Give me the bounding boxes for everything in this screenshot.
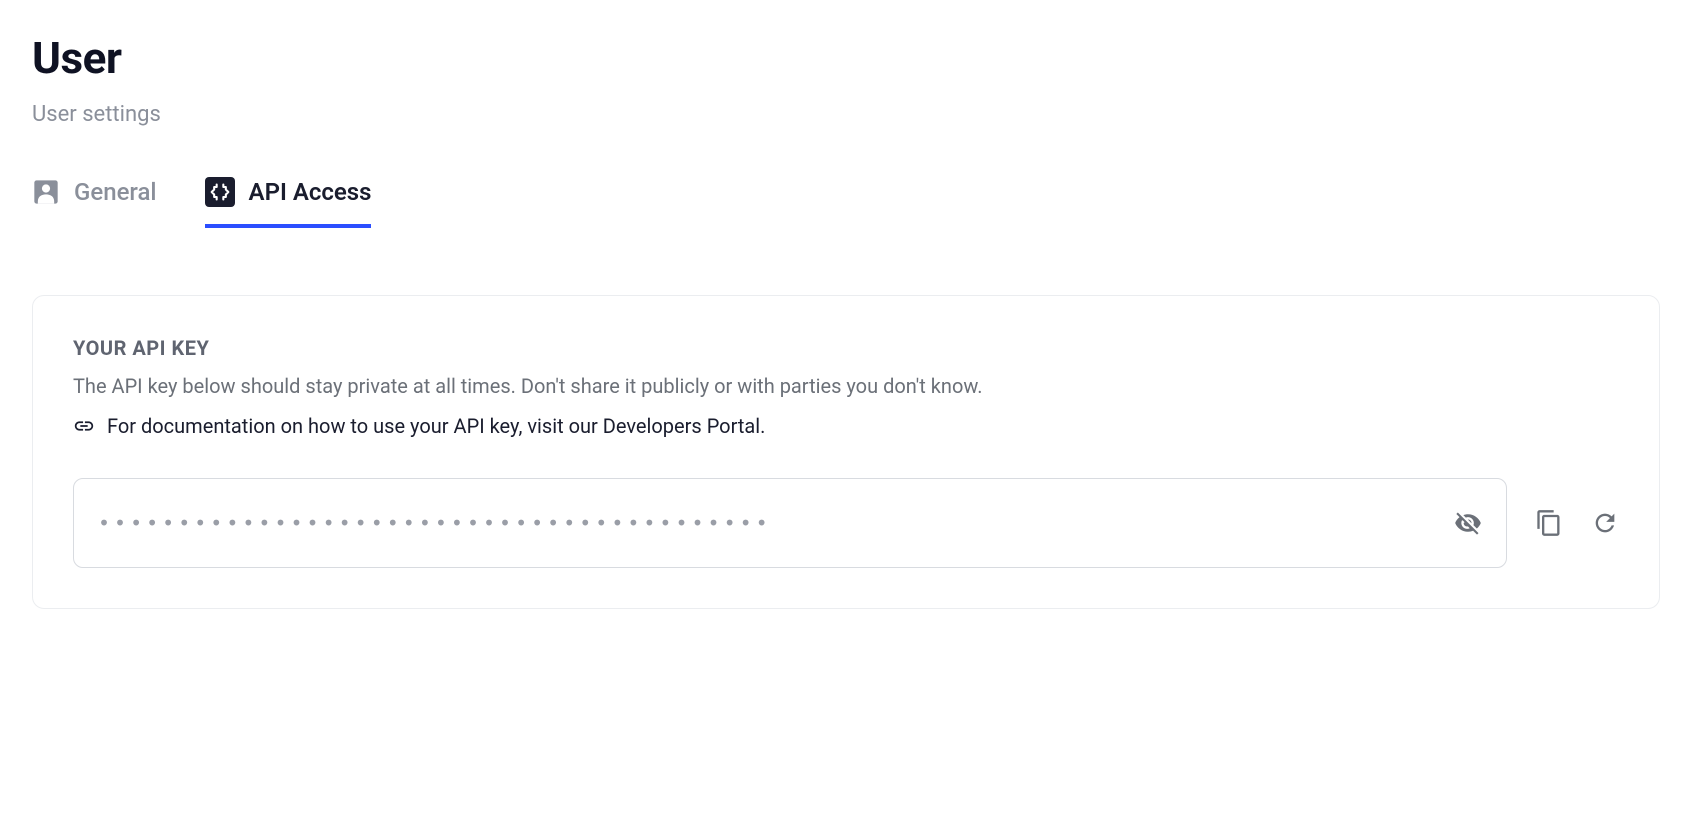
- copy-icon[interactable]: [1535, 509, 1563, 537]
- docs-link-text: For documentation on how to use your API…: [107, 414, 765, 438]
- link-icon: [73, 415, 95, 437]
- page-subtitle: User settings: [32, 102, 1660, 127]
- user-icon: [32, 178, 60, 206]
- visibility-off-icon[interactable]: [1454, 509, 1482, 537]
- api-key-card: YOUR API KEY The API key below should st…: [32, 295, 1660, 609]
- tab-api-access-label: API Access: [249, 178, 372, 206]
- tab-general-label: General: [74, 178, 157, 206]
- section-title: YOUR API KEY: [73, 336, 1619, 360]
- api-key-row: [73, 478, 1619, 568]
- refresh-icon[interactable]: [1591, 509, 1619, 537]
- api-key-input[interactable]: [98, 511, 1454, 535]
- api-key-input-wrapper: [73, 478, 1507, 568]
- tab-api-access[interactable]: API Access: [205, 177, 372, 225]
- page-title: User: [32, 32, 1660, 84]
- api-icon: [205, 177, 235, 207]
- tab-general[interactable]: General: [32, 177, 157, 225]
- section-description: The API key below should stay private at…: [73, 374, 1619, 398]
- docs-link[interactable]: For documentation on how to use your API…: [73, 414, 1619, 438]
- tabs: General API Access: [32, 177, 1660, 225]
